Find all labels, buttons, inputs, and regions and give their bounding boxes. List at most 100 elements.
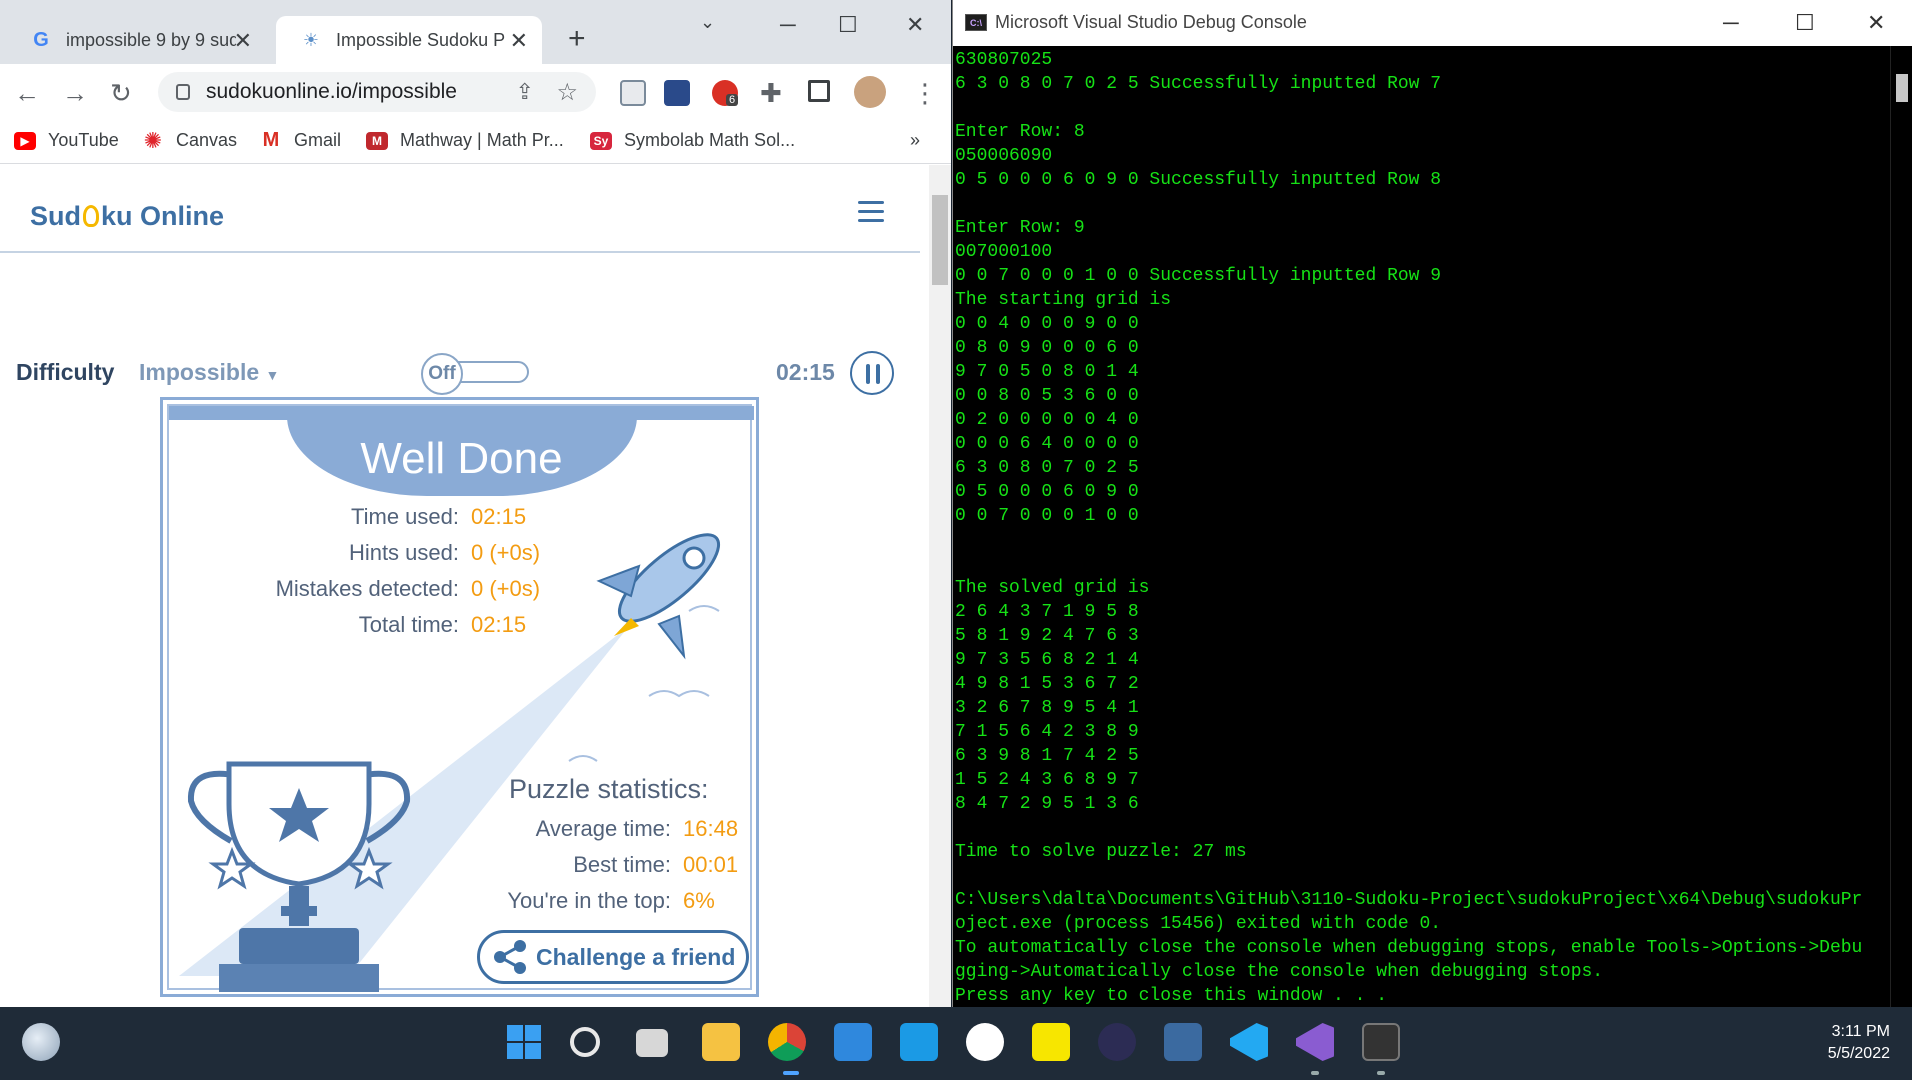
- scrollbar-thumb[interactable]: [1896, 74, 1908, 102]
- bookmark-symbolab[interactable]: Sy Symbolab Math Sol...: [590, 130, 795, 151]
- bookmark-label: Gmail: [294, 130, 342, 150]
- page-scrollbar[interactable]: [929, 165, 951, 1007]
- bookmark-label: Symbolab Math Sol...: [624, 130, 796, 150]
- console-line: 0 0 8 0 5 3 6 0 0: [955, 386, 1139, 406]
- clock-date: 5/5/2022: [1827, 1045, 1890, 1062]
- tab-search-icon[interactable]: ⌄: [700, 12, 715, 33]
- stat-label: Average time:: [535, 816, 671, 841]
- console-line: 2 6 4 3 7 1 9 5 8: [955, 602, 1139, 622]
- reload-icon[interactable]: ↻: [110, 78, 132, 109]
- pause-button[interactable]: [850, 351, 894, 395]
- cloud-icon: [688, 605, 720, 612]
- adblock-icon[interactable]: 6: [712, 80, 739, 106]
- difficulty-value: Impossible: [139, 359, 260, 385]
- console-app-icon: C:\: [965, 14, 987, 31]
- maximize-icon[interactable]: ☐: [1795, 10, 1815, 36]
- visual-studio-icon[interactable]: [1296, 1023, 1334, 1061]
- gmail-icon: M: [262, 129, 280, 151]
- close-window-icon[interactable]: ✕: [1867, 10, 1885, 36]
- bookmark-label: Mathway | Math Pr...: [400, 130, 564, 150]
- difficulty-label: Difficulty: [16, 359, 115, 385]
- stat-top-percent: You're in the top: 6%: [169, 888, 714, 918]
- console-line: The starting grid is: [955, 290, 1172, 310]
- console-scrollbar[interactable]: [1890, 46, 1912, 1007]
- back-icon[interactable]: ←: [14, 78, 40, 109]
- profile-avatar[interactable]: [854, 76, 886, 108]
- extensions-puzzle-icon[interactable]: ✚: [760, 78, 782, 109]
- console-line: 0 0 7 0 0 0 1 0 0 Successfully inputted …: [955, 266, 1442, 286]
- start-icon[interactable]: [505, 1023, 543, 1061]
- search-icon[interactable]: [570, 1027, 600, 1057]
- puzzle-statistics-title: Puzzle statistics:: [509, 774, 709, 804]
- console-line: 0 5 0 0 0 6 0 9 0 Successfully inputted …: [955, 170, 1442, 190]
- terminal-icon[interactable]: [1362, 1023, 1400, 1061]
- console-line: 050006090: [955, 146, 1053, 166]
- chrome-icon[interactable]: [768, 1023, 806, 1061]
- vscode-icon[interactable]: [1230, 1023, 1268, 1061]
- bookmark-label: YouTube: [48, 130, 119, 150]
- close-tab-icon[interactable]: ✕: [510, 28, 528, 54]
- console-line: 0 5 0 0 0 6 0 9 0: [955, 482, 1139, 502]
- mathway-icon: M: [366, 131, 388, 150]
- bookmark-mathway[interactable]: M Mathway | Math Pr...: [366, 130, 564, 151]
- tab-google-search[interactable]: G impossible 9 by 9 sudoku ✕: [6, 16, 266, 64]
- close-window-icon[interactable]: ✕: [906, 12, 924, 38]
- system-clock[interactable]: 3:11 PM 5/5/2022: [1828, 1021, 1890, 1065]
- extension-badge: 6: [726, 94, 739, 106]
- task-view-icon[interactable]: [636, 1029, 668, 1057]
- console-line: 5 8 1 9 2 4 7 6 3: [955, 626, 1139, 646]
- site-logo[interactable]: Sud ku Online: [30, 201, 224, 232]
- tab-sudoku[interactable]: ☀ Impossible Sudoku Puzzles ✕: [276, 16, 542, 64]
- scrollbar-thumb[interactable]: [932, 195, 948, 285]
- lightshot-icon[interactable]: [900, 1023, 938, 1061]
- pycharm-icon[interactable]: [1032, 1023, 1070, 1061]
- bookmark-youtube[interactable]: ▶ YouTube: [14, 130, 119, 151]
- console-line: C:\Users\dalta\Documents\GitHub\3110-Sud…: [955, 890, 1863, 910]
- challenge-button-label: Challenge a friend: [536, 943, 736, 970]
- calendar-extension-icon[interactable]: [664, 80, 690, 106]
- console-line: 9 7 3 5 6 8 2 1 4: [955, 650, 1139, 670]
- console-line: gging->Automatically close the console w…: [955, 962, 1604, 982]
- hamburger-menu-icon[interactable]: [858, 201, 884, 222]
- bookmark-star-icon[interactable]: ☆: [556, 78, 578, 107]
- challenge-friend-button[interactable]: Challenge a friend: [477, 930, 749, 984]
- bookmark-canvas[interactable]: ✺ Canvas: [142, 127, 238, 153]
- file-explorer-icon[interactable]: [702, 1023, 740, 1061]
- side-panel-icon[interactable]: [808, 80, 830, 102]
- bookmark-label: Canvas: [176, 130, 238, 150]
- bookmark-gmail[interactable]: M Gmail: [260, 129, 342, 151]
- logo-bulb-icon: [83, 205, 99, 227]
- address-bar[interactable]: sudokuonline.io/impossible ⇪ ☆: [158, 72, 596, 112]
- console-line: The solved grid is: [955, 578, 1150, 598]
- console-line: To automatically close the console when …: [955, 938, 1863, 958]
- minimize-icon[interactable]: ─: [1723, 10, 1739, 36]
- console-output[interactable]: 630807025 6 3 0 8 0 7 0 2 5 Successfully …: [955, 48, 1885, 1007]
- overflow-chevron-icon: »: [910, 130, 921, 150]
- new-tab-icon[interactable]: +: [568, 22, 586, 56]
- modal-title: Well Done: [360, 434, 563, 483]
- console-line: 6 3 0 8 0 7 0 2 5 Successfully inputted …: [955, 74, 1442, 94]
- share-icon[interactable]: ⇪: [516, 79, 534, 105]
- console-line: 0 2 0 0 0 0 0 4 0: [955, 410, 1139, 430]
- cast-extension-icon[interactable]: [620, 80, 646, 106]
- stat-average-time: Average time: 16:48: [169, 816, 738, 846]
- canvas-icon: ✺: [143, 127, 163, 153]
- teamviewer-icon[interactable]: [966, 1023, 1004, 1061]
- weather-icon[interactable]: [22, 1023, 60, 1061]
- maximize-icon[interactable]: ☐: [838, 12, 858, 38]
- sql-server-icon[interactable]: [1164, 1023, 1202, 1061]
- chrome-menu-icon[interactable]: ⋮: [912, 78, 938, 109]
- console-line: 6 3 0 8 0 7 0 2 5: [955, 458, 1139, 478]
- minimize-icon[interactable]: ─: [780, 12, 796, 38]
- console-line: 0 0 7 0 0 0 1 0 0: [955, 506, 1139, 526]
- eclipse-icon[interactable]: [1098, 1023, 1136, 1061]
- difficulty-dropdown[interactable]: Impossible ▼: [139, 359, 279, 386]
- close-tab-icon[interactable]: ✕: [234, 28, 252, 54]
- forward-icon[interactable]: →: [62, 78, 88, 109]
- mail-icon[interactable]: [834, 1023, 872, 1061]
- stat-value: 00:01: [683, 852, 739, 877]
- bookmarks-overflow[interactable]: »: [910, 130, 920, 151]
- auto-check-toggle[interactable]: Off: [421, 353, 529, 395]
- share-icon: [494, 940, 526, 974]
